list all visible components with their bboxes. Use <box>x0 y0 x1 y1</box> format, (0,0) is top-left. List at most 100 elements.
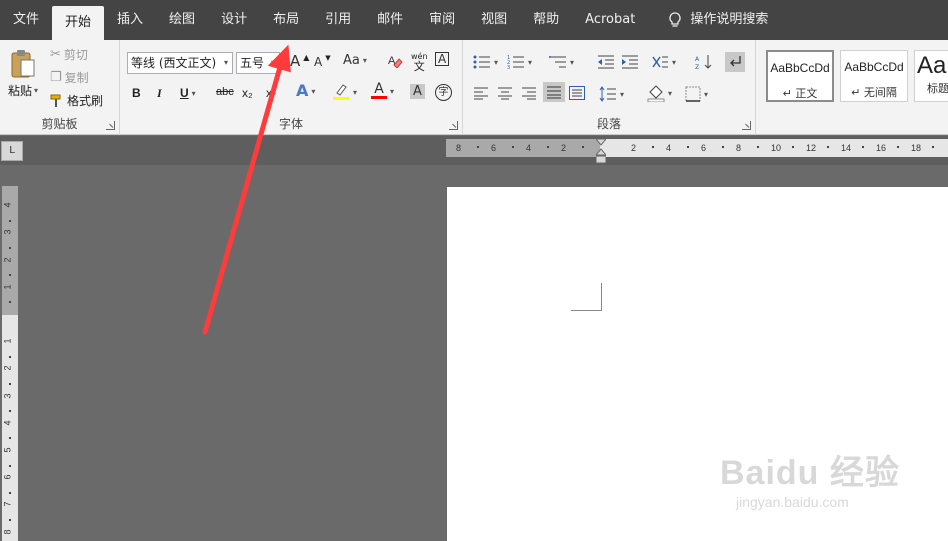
cut-button[interactable]: ✂ 剪切 <box>50 46 88 63</box>
ruler-mark <box>931 146 934 148</box>
tell-me-search[interactable]: 操作说明搜索 <box>648 0 781 40</box>
shading-button[interactable]: ▾ <box>647 84 672 102</box>
underline-button[interactable]: U ▾ <box>180 86 196 100</box>
style-heading[interactable]: Aa 标题 <box>914 50 948 102</box>
tab-insert[interactable]: 插入 <box>104 0 156 40</box>
decrease-indent-button[interactable] <box>597 54 615 70</box>
clear-formatting-button[interactable]: A <box>387 52 403 68</box>
tab-acrobat[interactable]: Acrobat <box>572 0 648 40</box>
show-hide-marks-button[interactable] <box>725 52 745 72</box>
paint-bucket-icon <box>647 84 665 102</box>
numbering-button[interactable]: 1 2 3 ▾ <box>507 54 532 70</box>
paragraph-group: ▾ 1 2 3 ▾ ▾ ▾ AZ ▾ ▾ ▾ 段落 <box>463 40 756 135</box>
style-no-spacing[interactable]: AaBbCcDd ↵ 无间隔 <box>840 50 908 102</box>
text-effects-button[interactable]: A ▾ <box>296 83 315 99</box>
italic-button[interactable]: I <box>157 86 162 101</box>
ruler-label: 3 <box>2 393 13 399</box>
watermark-title: Baidu 经验 <box>720 454 900 492</box>
ruler-mark <box>581 146 584 148</box>
chevron-down-icon: ▾ <box>620 89 625 99</box>
grow-font-button[interactable]: A ▲ <box>290 53 309 69</box>
bullets-button[interactable]: ▾ <box>473 54 498 70</box>
align-center-button[interactable] <box>497 86 513 100</box>
tab-view[interactable]: 视图 <box>468 0 520 40</box>
lightbulb-icon <box>668 12 682 28</box>
ruler-mark <box>791 146 794 148</box>
strikethrough-button[interactable]: abc <box>216 86 234 98</box>
ruler-mark <box>9 219 11 222</box>
tab-references[interactable]: 引用 <box>312 0 364 40</box>
ruler-label: 2 <box>631 143 637 153</box>
style-normal[interactable]: AaBbCcDd ↵ 正文 <box>766 50 834 102</box>
tab-selector[interactable]: L <box>1 141 23 161</box>
borders-icon <box>685 86 701 102</box>
align-right-icon <box>521 86 537 100</box>
tab-mailings[interactable]: 邮件 <box>364 0 416 40</box>
enclose-characters-button[interactable]: 字 <box>435 84 452 101</box>
font-dialog-launcher[interactable] <box>449 121 458 130</box>
borders-button[interactable]: ▾ <box>685 86 708 102</box>
subscript-button[interactable]: x₂ <box>242 86 253 100</box>
ruler-mark <box>9 274 11 277</box>
chevron-down-icon: ▾ <box>353 87 358 97</box>
paintbrush-icon <box>50 94 64 108</box>
tab-help[interactable]: 帮助 <box>520 0 572 40</box>
ruler-mark <box>861 146 864 148</box>
horizontal-ruler[interactable]: 8 6 4 2 2 4 6 8 10 12 14 16 18 <box>446 138 948 164</box>
ribbon: 粘贴 ▾ ✂ 剪切 ❐ 复制 格式刷 剪贴板 等线 (西文正文) ▾ 五号 ▾ … <box>0 40 948 135</box>
bold-button[interactable]: B <box>132 86 141 100</box>
tab-layout[interactable]: 布局 <box>260 0 312 40</box>
justify-button[interactable] <box>543 82 565 102</box>
character-shading-button[interactable]: A <box>410 84 425 99</box>
tab-design[interactable]: 设计 <box>208 0 260 40</box>
clipboard-dialog-launcher[interactable] <box>106 121 115 130</box>
align-left-button[interactable] <box>473 86 489 100</box>
change-case-button[interactable]: Aa ▾ <box>343 54 367 67</box>
character-border-button[interactable]: A <box>435 52 450 66</box>
vertical-ruler[interactable]: 4 3 2 1 1 2 3 4 5 6 7 8 <box>2 186 18 541</box>
copy-button[interactable]: ❐ 复制 <box>50 69 89 86</box>
highlight-color-button[interactable]: ▾ <box>332 83 357 101</box>
ruler-label: 6 <box>701 143 707 153</box>
word-window: 文件 开始 插入 绘图 设计 布局 引用 邮件 审阅 视图 帮助 Acrobat… <box>0 0 948 541</box>
ruler-mark <box>9 437 11 440</box>
distributed-button[interactable] <box>569 86 585 100</box>
paste-dropdown-icon[interactable]: ▾ <box>34 86 38 95</box>
paste-button[interactable]: 粘贴 ▾ <box>8 48 38 99</box>
multilevel-list-button[interactable]: ▾ <box>549 54 574 70</box>
ruler-label: 1 <box>2 284 13 290</box>
increase-indent-button[interactable] <box>621 54 639 70</box>
indent-marker[interactable] <box>594 138 608 164</box>
tab-draw[interactable]: 绘图 <box>156 0 208 40</box>
phonetic-guide-button[interactable]: wén 文 <box>411 52 428 72</box>
ruler-label: 4 <box>2 202 13 208</box>
paragraph-dialog-launcher[interactable] <box>742 121 751 130</box>
shrink-font-button[interactable]: A ▼ <box>314 54 331 68</box>
underline-icon: U <box>180 86 189 100</box>
enclose-characters-icon: 字 <box>435 84 452 101</box>
tab-file[interactable]: 文件 <box>0 0 52 40</box>
multilevel-list-icon <box>549 54 567 70</box>
tab-review[interactable]: 审阅 <box>416 0 468 40</box>
sort-button[interactable]: AZ <box>695 54 713 70</box>
font-size-combo[interactable]: 五号 ▾ <box>236 52 280 74</box>
ruler-label: 1 <box>2 338 13 344</box>
superscript-button[interactable]: x² <box>266 86 276 100</box>
ruler-mark <box>896 146 899 148</box>
chevron-down-icon: ▾ <box>223 58 228 67</box>
line-spacing-button[interactable]: ▾ <box>599 86 624 102</box>
ruler-label: 8 <box>2 529 13 535</box>
clipboard-group: 粘贴 ▾ ✂ 剪切 ❐ 复制 格式刷 剪贴板 <box>0 40 120 135</box>
font-size-value: 五号 <box>240 56 265 70</box>
align-right-button[interactable] <box>521 86 537 100</box>
chevron-down-icon: ▾ <box>704 89 709 99</box>
ruler-label: 6 <box>491 143 497 153</box>
font-color-button[interactable]: A ▾ <box>371 82 394 99</box>
font-name-combo[interactable]: 等线 (西文正文) ▾ <box>127 52 233 74</box>
chinese-layout-button[interactable]: ▾ <box>651 54 676 70</box>
ruler-mark <box>826 146 829 148</box>
chevron-down-icon: ▾ <box>494 57 499 67</box>
tab-home[interactable]: 开始 <box>52 6 105 40</box>
ruler-mark <box>721 146 724 148</box>
format-painter-button[interactable]: 格式刷 <box>50 92 103 109</box>
